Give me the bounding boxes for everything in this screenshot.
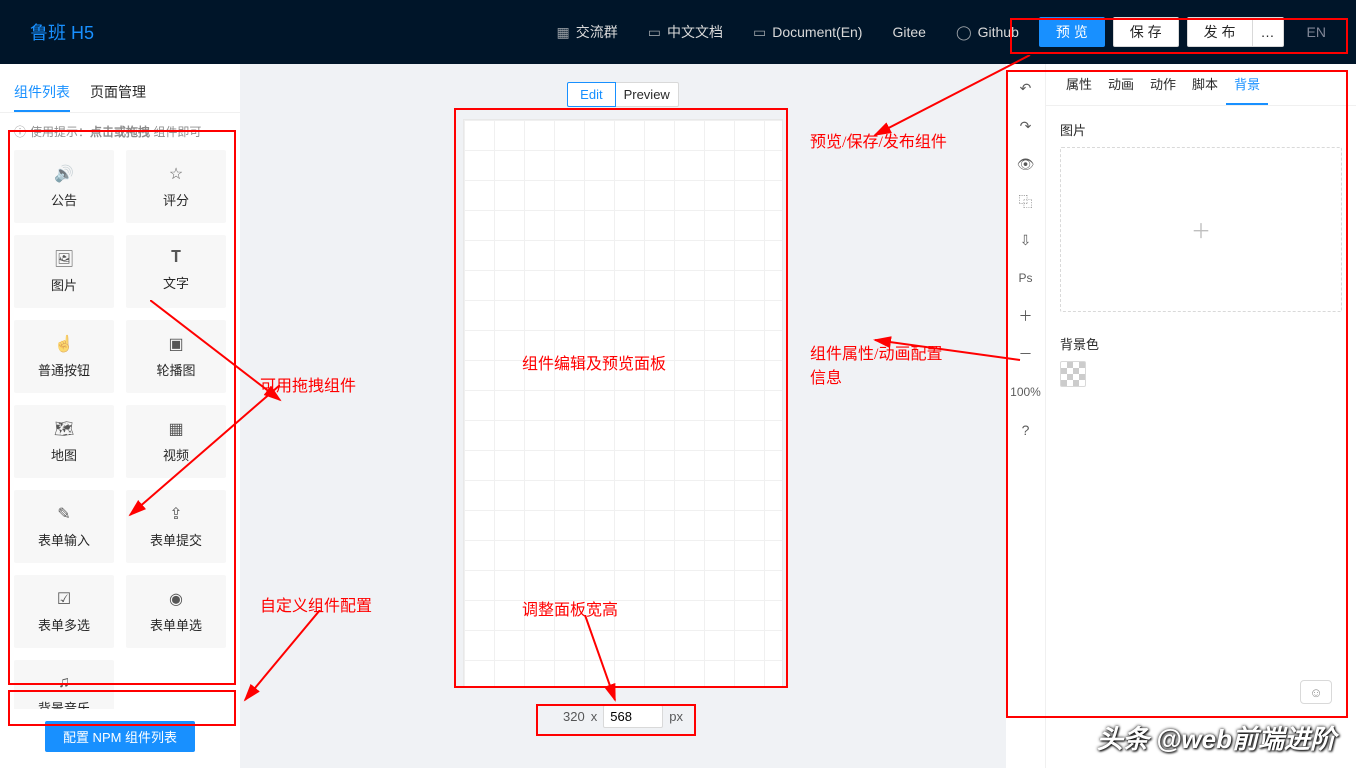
preview-mode-button[interactable]: Preview <box>616 82 679 107</box>
npm-config-button[interactable]: 配置 NPM 组件列表 <box>45 721 195 752</box>
undo-button[interactable]: ↶ <box>1014 78 1038 98</box>
app-header: 鲁班 H5 ▦交流群 ▭中文文档 ▭Document(En) Gitee ◯Gi… <box>0 0 1356 64</box>
width-label: 320 <box>563 709 585 724</box>
right-panel: 属性 动画 动作 脚本 背景 图片 ＋ 背景色 <box>1046 64 1356 768</box>
comp-image[interactable]: 🖼图片 <box>14 235 114 308</box>
image-section-label: 图片 <box>1060 120 1342 139</box>
canvas-area: Edit Preview 320 x px <box>240 64 1006 768</box>
map-icon: 🗺 <box>54 419 74 439</box>
copy-button[interactable]: ⿻ <box>1014 192 1038 212</box>
info-icon: ⓘ <box>14 123 26 140</box>
bgcolor-label: 背景色 <box>1060 334 1342 353</box>
header-actions: 预 览 保 存 发 布 … EN <box>1039 17 1326 47</box>
comp-button[interactable]: ☝普通按钮 <box>14 320 114 393</box>
psd-button[interactable]: Ps <box>1014 268 1038 288</box>
phone-canvas[interactable] <box>463 119 783 687</box>
nav-docs-cn[interactable]: ▭中文文档 <box>648 22 723 42</box>
sound-icon: 🔊 <box>54 164 74 184</box>
carousel-icon: ▣ <box>168 334 183 354</box>
text-icon: 𝐓 <box>171 249 181 267</box>
visibility-button[interactable]: 👁 <box>1014 154 1038 174</box>
tab-attrs[interactable]: 属性 <box>1058 64 1100 105</box>
tab-components[interactable]: 组件列表 <box>14 74 70 112</box>
comp-carousel[interactable]: ▣轮播图 <box>126 320 226 393</box>
star-icon: ☆ <box>169 164 183 184</box>
height-input[interactable] <box>603 705 663 728</box>
zoom-in-button[interactable]: ＋ <box>1014 306 1038 326</box>
comp-video[interactable]: ▦视频 <box>126 405 226 478</box>
music-icon: ♫ <box>58 674 70 692</box>
tab-bg[interactable]: 背景 <box>1226 64 1268 105</box>
watermark: 头条 @web前端进阶 <box>1097 719 1336 756</box>
help-button[interactable]: ? <box>1014 420 1038 440</box>
qrcode-icon: ▦ <box>557 24 570 41</box>
language-switch[interactable]: EN <box>1307 24 1326 40</box>
pointer-icon: ☝ <box>54 334 74 354</box>
import-button[interactable]: ⇩ <box>1014 230 1038 250</box>
main-layout: 组件列表 页面管理 ⓘ 使用提示：点击或拖拽 组件即可 🔊公告 ☆评分 🖼图片 … <box>0 64 1356 768</box>
nav-gitee[interactable]: Gitee <box>892 24 925 40</box>
usage-hint: ⓘ 使用提示：点击或拖拽 组件即可 <box>0 113 240 150</box>
publish-more-button[interactable]: … <box>1253 17 1284 47</box>
comp-rate[interactable]: ☆评分 <box>126 150 226 223</box>
edit-icon: ✎ <box>57 504 70 524</box>
nav-chat[interactable]: ▦交流群 <box>557 22 618 42</box>
upload-icon: ⇪ <box>169 504 182 524</box>
save-button[interactable]: 保 存 <box>1113 17 1179 47</box>
left-tabs: 组件列表 页面管理 <box>0 64 240 113</box>
comp-text[interactable]: 𝐓文字 <box>126 235 226 308</box>
feedback-button[interactable]: ☺ <box>1300 680 1332 704</box>
panel-body: 图片 ＋ 背景色 <box>1046 106 1356 401</box>
publish-button[interactable]: 发 布 <box>1187 17 1253 47</box>
image-upload-box[interactable]: ＋ <box>1060 147 1342 312</box>
book-icon: ▭ <box>648 24 661 41</box>
app-logo: 鲁班 H5 <box>30 19 557 45</box>
comp-notice[interactable]: 🔊公告 <box>14 150 114 223</box>
comp-radio[interactable]: ◉表单单选 <box>126 575 226 648</box>
radio-icon: ◉ <box>169 589 183 609</box>
checkbox-icon: ☑ <box>57 589 71 609</box>
preview-button[interactable]: 预 览 <box>1039 17 1105 47</box>
tab-action[interactable]: 动作 <box>1142 64 1184 105</box>
bgcolor-picker[interactable] <box>1060 361 1086 387</box>
video-icon: ▦ <box>168 419 183 439</box>
github-icon: ◯ <box>956 24 972 41</box>
top-nav: ▦交流群 ▭中文文档 ▭Document(En) Gitee ◯Github <box>557 22 1019 42</box>
comp-checkbox[interactable]: ☑表单多选 <box>14 575 114 648</box>
comp-map[interactable]: 🗺地图 <box>14 405 114 478</box>
comp-bgmusic[interactable]: ♫背景音乐 <box>14 660 114 709</box>
component-grid: 🔊公告 ☆评分 🖼图片 𝐓文字 ☝普通按钮 ▣轮播图 🗺地图 ▦视频 ✎表单输入… <box>0 150 240 709</box>
tab-script[interactable]: 脚本 <box>1184 64 1226 105</box>
zoom-level: 100% <box>1014 382 1038 402</box>
left-sidebar: 组件列表 页面管理 ⓘ 使用提示：点击或拖拽 组件即可 🔊公告 ☆评分 🖼图片 … <box>0 64 240 768</box>
canvas-mode-switch: Edit Preview <box>567 82 679 107</box>
edit-mode-button[interactable]: Edit <box>567 82 615 107</box>
vertical-toolbar: ↶ ↷ 👁 ⿻ ⇩ Ps ＋ － 100% ? <box>1006 64 1046 768</box>
dimension-controls: 320 x px <box>563 705 683 728</box>
comp-form-submit[interactable]: ⇪表单提交 <box>126 490 226 563</box>
redo-button[interactable]: ↷ <box>1014 116 1038 136</box>
image-icon: 🖼 <box>54 249 74 269</box>
tab-pages[interactable]: 页面管理 <box>90 74 146 112</box>
right-tabs: 属性 动画 动作 脚本 背景 <box>1046 64 1356 106</box>
tab-anim[interactable]: 动画 <box>1100 64 1142 105</box>
comp-form-input[interactable]: ✎表单输入 <box>14 490 114 563</box>
nav-github[interactable]: ◯Github <box>956 24 1019 41</box>
publish-group: 发 布 … <box>1187 17 1284 47</box>
zoom-out-button[interactable]: － <box>1014 344 1038 364</box>
nav-docs-en[interactable]: ▭Document(En) <box>753 24 863 41</box>
book-icon: ▭ <box>753 24 766 41</box>
